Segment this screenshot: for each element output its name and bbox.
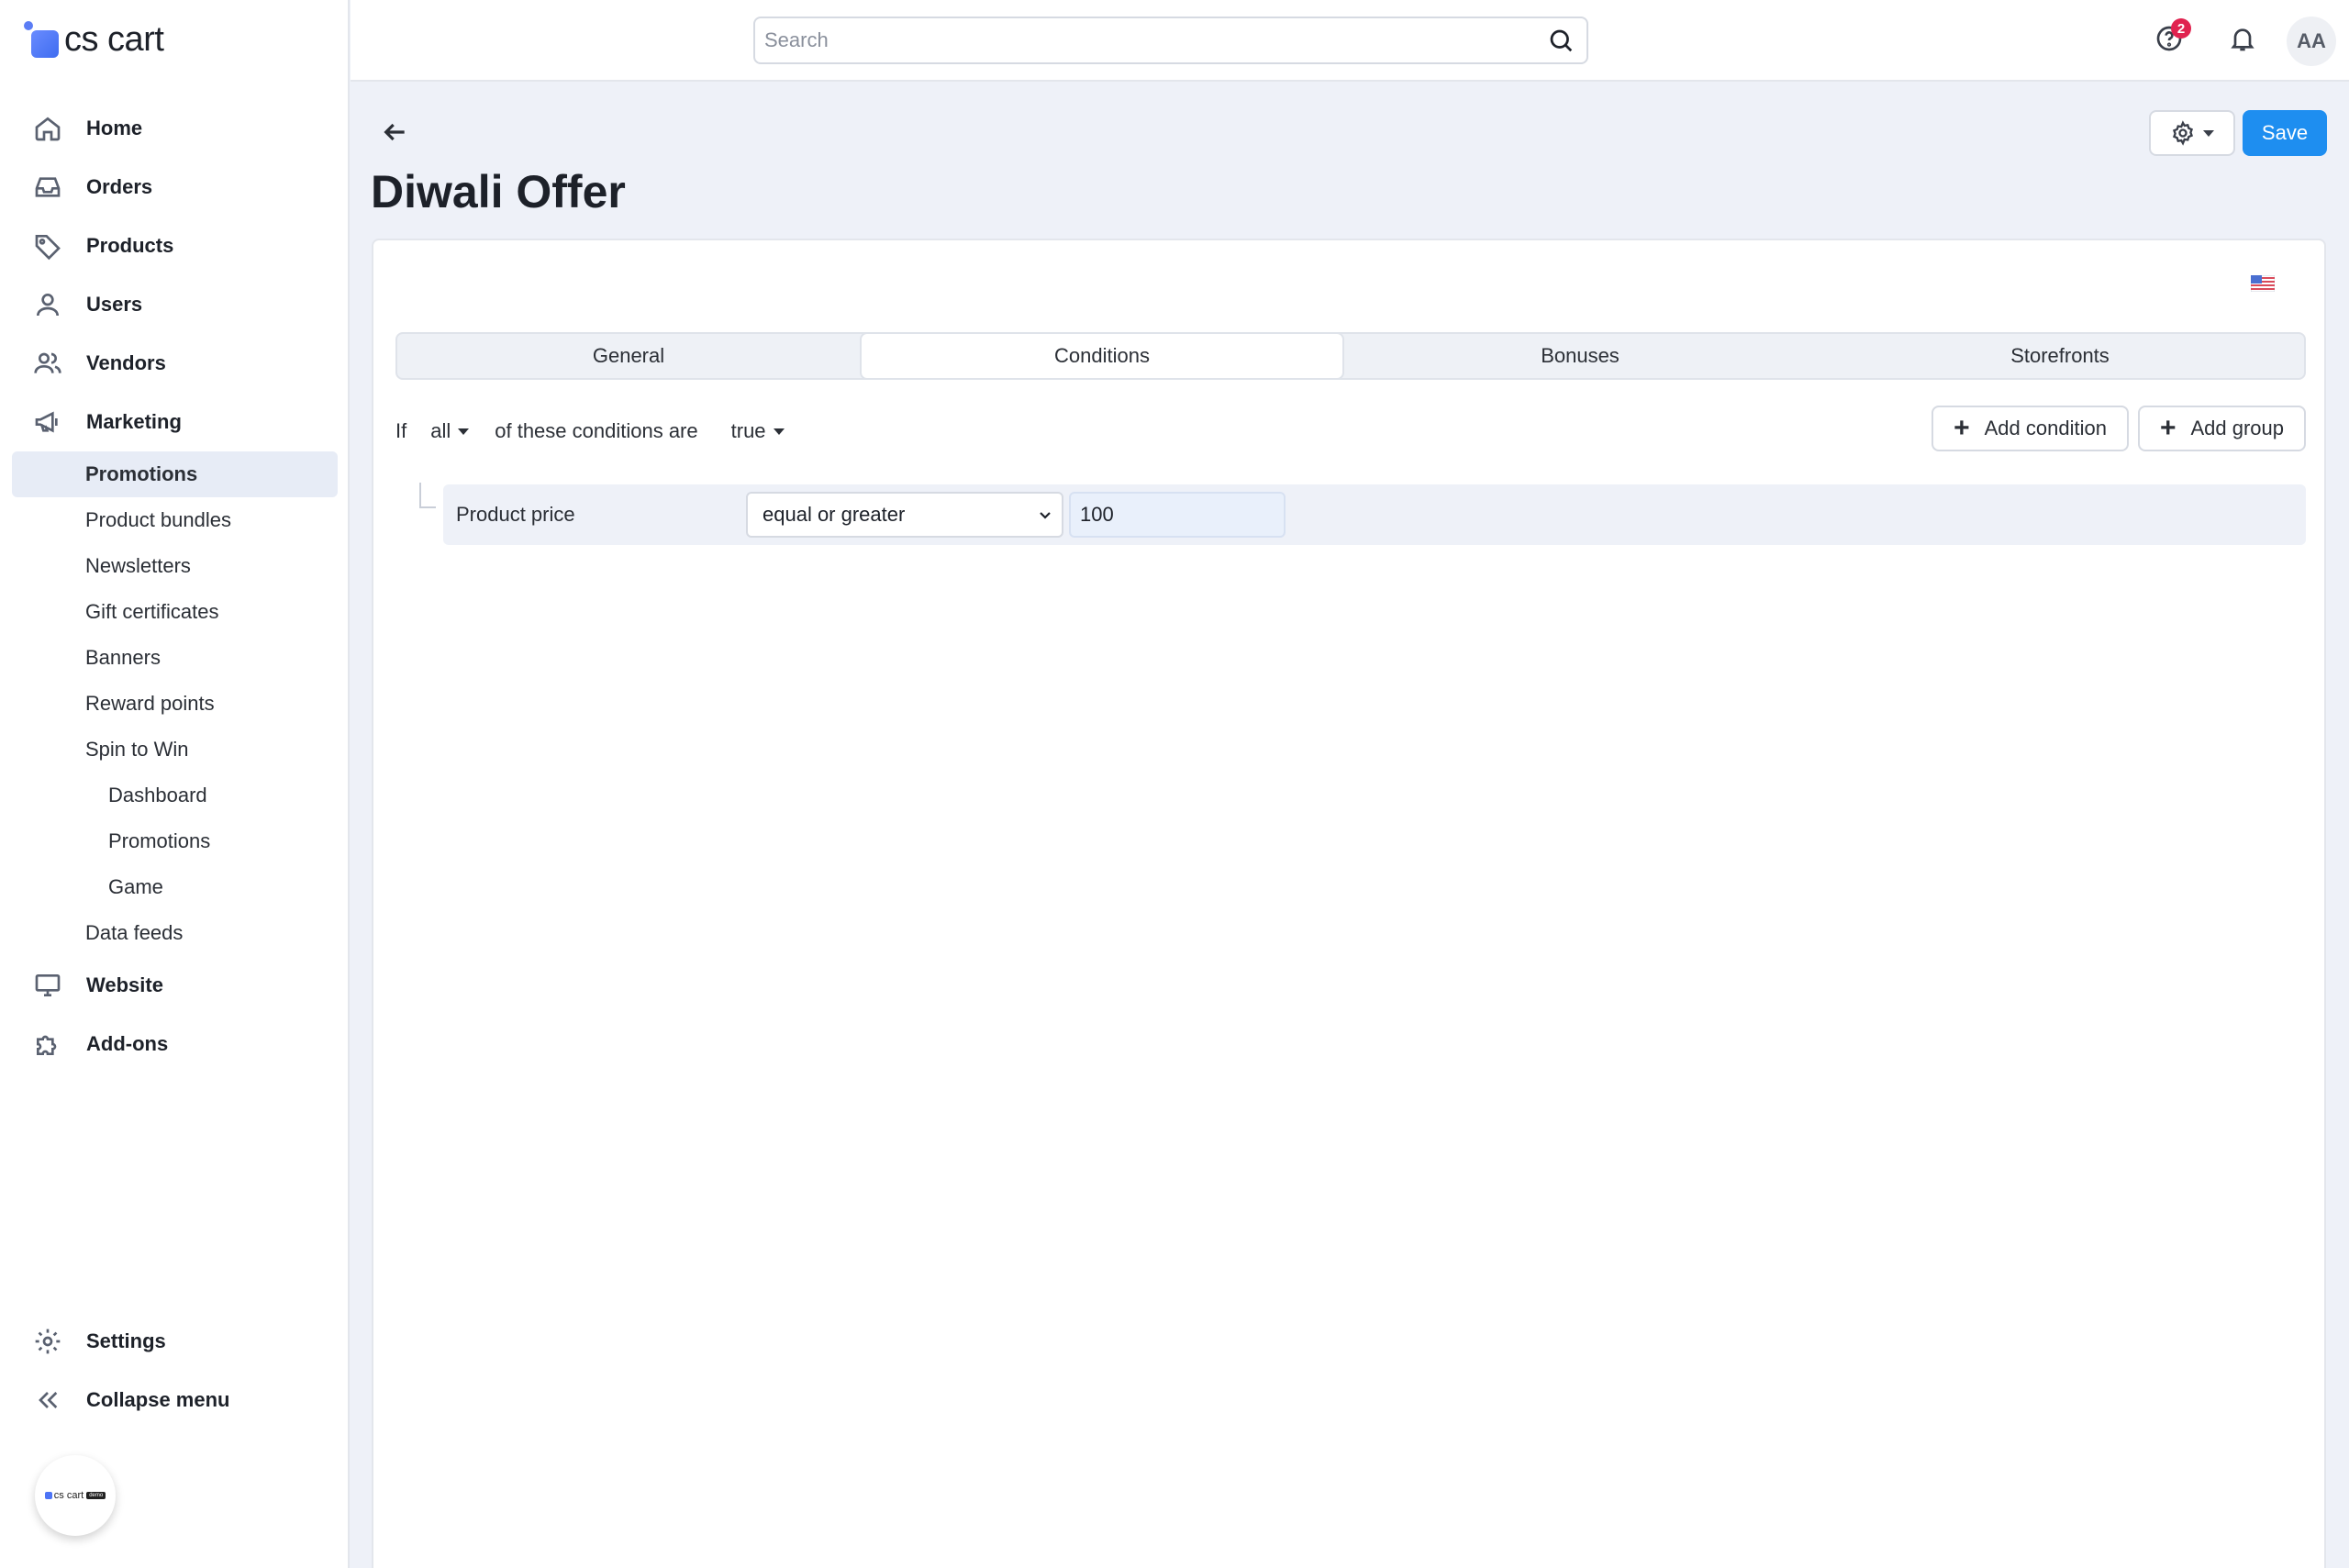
back-button[interactable] xyxy=(380,117,409,147)
sidebar-item-newsletters[interactable]: Newsletters xyxy=(12,543,338,589)
notifications-button[interactable] xyxy=(2206,0,2279,82)
nav-item-settings[interactable]: Settings xyxy=(0,1312,350,1371)
sidebar-item-product-bundles[interactable]: Product bundles xyxy=(12,497,338,543)
condition-row: Product price equal or greater xyxy=(443,484,2306,545)
avatar[interactable]: AA xyxy=(2287,16,2336,66)
bell-icon xyxy=(2228,24,2257,58)
main-nav: Home Orders Products Users Vendors Marke… xyxy=(0,99,350,1073)
monitor-icon xyxy=(31,969,64,1002)
add-condition-button[interactable]: + Add condition xyxy=(1932,406,2129,451)
cs-cart-demo-badge[interactable]: cs cart demo xyxy=(35,1455,116,1536)
sidebar-item-spin-to-win[interactable]: Spin to Win xyxy=(12,727,338,773)
caret-down-icon xyxy=(773,428,785,435)
user-icon xyxy=(31,288,64,321)
sidebar-item-promotions[interactable]: Promotions xyxy=(12,451,338,497)
promotion-editor-card: General Conditions Bonuses Storefronts I… xyxy=(372,239,2326,1568)
truth-dropdown[interactable]: true xyxy=(731,419,785,443)
topbar-actions: 2 AA xyxy=(2132,0,2349,82)
sidebar-item-spin-dashboard[interactable]: Dashboard xyxy=(12,773,338,818)
nav-item-label: Marketing xyxy=(86,410,182,433)
mini-badge-tag: demo xyxy=(86,1492,106,1499)
arrow-left-icon xyxy=(384,123,405,141)
nav-item-label: Orders xyxy=(86,175,153,198)
nav-item-vendors[interactable]: Vendors xyxy=(0,334,350,393)
plus-icon: + xyxy=(1954,413,1970,443)
tree-connector xyxy=(419,483,436,508)
mini-badge-text: cs cart xyxy=(53,1490,84,1501)
nav-item-label: Settings xyxy=(86,1329,166,1352)
caret-down-icon xyxy=(2203,129,2214,137)
logo-mark-icon xyxy=(22,21,59,58)
nav-item-website[interactable]: Website xyxy=(0,956,350,1015)
settings-dropdown-button[interactable] xyxy=(2149,110,2235,156)
caret-down-icon xyxy=(458,428,470,435)
help-button[interactable]: 2 xyxy=(2132,0,2206,82)
logo-text: cs cart xyxy=(64,19,164,59)
tab-bonuses[interactable]: Bonuses xyxy=(1344,334,1816,378)
nav-item-label: Website xyxy=(86,973,163,996)
nav-item-label: Products xyxy=(86,234,174,257)
nav-item-home[interactable]: Home xyxy=(0,99,350,158)
nav-item-label: Collapse menu xyxy=(86,1388,230,1411)
nav-item-orders[interactable]: Orders xyxy=(0,158,350,217)
sidebar-item-reward-points[interactable]: Reward points xyxy=(12,681,338,727)
operator-select[interactable]: equal or greater xyxy=(746,492,1063,538)
chevron-down-icon xyxy=(1040,512,1051,519)
truth-value: true xyxy=(730,419,766,442)
tab-general[interactable]: General xyxy=(397,334,860,378)
nav-item-marketing[interactable]: Marketing xyxy=(0,393,350,451)
megaphone-icon xyxy=(31,406,64,439)
match-value: all xyxy=(430,419,451,442)
operator-value: equal or greater xyxy=(763,503,906,526)
save-button[interactable]: Save xyxy=(2243,110,2327,156)
search-box xyxy=(753,17,1588,64)
nav-item-label: Home xyxy=(86,117,143,139)
double-chevron-left-icon xyxy=(31,1384,64,1417)
sidebar: cs cart Home Orders Products Users Vendo… xyxy=(0,0,350,1568)
topbar: 2 AA xyxy=(351,0,2349,82)
users-icon xyxy=(31,347,64,380)
us-flag-icon[interactable] xyxy=(2251,275,2275,292)
if-label: If xyxy=(395,419,407,442)
puzzle-icon xyxy=(31,1028,64,1061)
add-group-label: Add group xyxy=(2190,417,2284,439)
nav-item-addons[interactable]: Add-ons xyxy=(0,1015,350,1073)
home-icon xyxy=(31,112,64,145)
page-title: Diwali Offer xyxy=(371,166,626,217)
nav-item-label: Add-ons xyxy=(86,1032,169,1055)
add-condition-label: Add condition xyxy=(1984,417,2107,439)
sidebar-item-spin-promotions[interactable]: Promotions xyxy=(12,818,338,864)
tab-storefronts[interactable]: Storefronts xyxy=(1816,334,2304,378)
plus-icon: + xyxy=(2159,413,2176,443)
sidebar-item-gift-certificates[interactable]: Gift certificates xyxy=(12,589,338,635)
sidebar-item-spin-game[interactable]: Game xyxy=(12,864,338,910)
conditions-text: of these conditions are xyxy=(495,419,698,442)
match-all-dropdown[interactable]: all xyxy=(430,419,470,443)
nav-item-label: Users xyxy=(86,293,143,316)
collapse-menu-button[interactable]: Collapse menu xyxy=(0,1371,350,1429)
inbox-icon xyxy=(31,171,64,204)
logo-mark-icon xyxy=(44,1492,52,1499)
conditions-header: If all of these conditions are true + Ad… xyxy=(395,406,2306,457)
tab-conditions[interactable]: Conditions xyxy=(860,332,1344,380)
nav-item-users[interactable]: Users xyxy=(0,275,350,334)
tab-bar: General Conditions Bonuses Storefronts xyxy=(395,332,2306,380)
sidebar-item-data-feeds[interactable]: Data feeds xyxy=(12,910,338,956)
gear-icon xyxy=(31,1325,64,1358)
nav-item-products[interactable]: Products xyxy=(0,217,350,275)
condition-actions: + Add condition + Add group xyxy=(1932,406,2306,451)
add-group-button[interactable]: + Add group xyxy=(2137,406,2306,451)
search-icon[interactable] xyxy=(1535,27,1586,54)
sidebar-bottom: Settings Collapse menu xyxy=(0,1312,350,1429)
nav-item-label: Vendors xyxy=(86,351,166,374)
help-badge: 2 xyxy=(2171,18,2191,39)
sidebar-item-banners[interactable]: Banners xyxy=(12,635,338,681)
condition-value-input[interactable] xyxy=(1069,492,1286,538)
condition-label: Product price xyxy=(456,503,575,526)
gear-icon xyxy=(2172,120,2194,146)
search-input[interactable] xyxy=(755,18,1535,62)
tag-icon xyxy=(31,229,64,262)
logo[interactable]: cs cart xyxy=(22,17,164,62)
